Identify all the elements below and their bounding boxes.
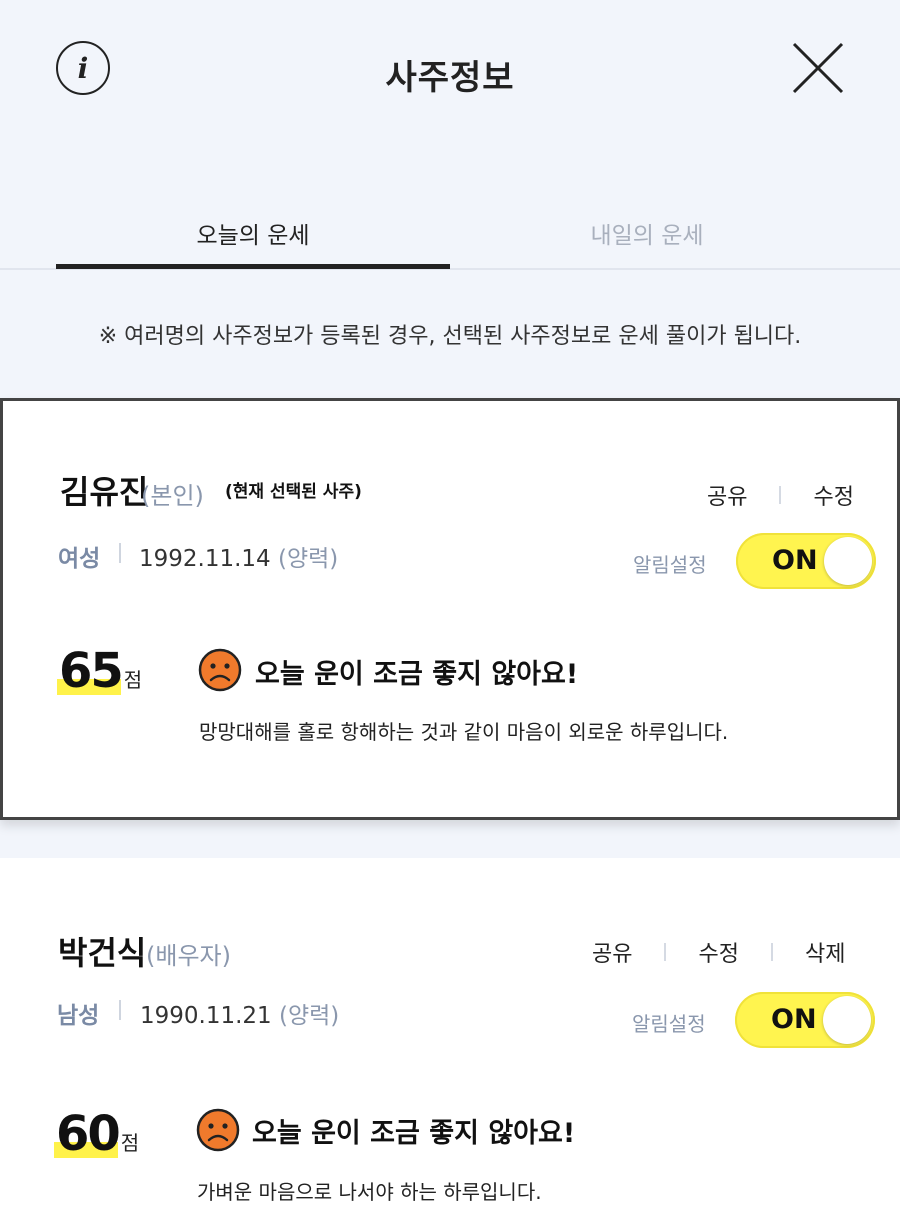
sad-face-icon [198, 648, 242, 692]
profile-card-selected[interactable]: 김유진 (본인) (현재 선택된 사주) 여성 1992.11.14 (양력) … [0, 398, 900, 820]
profile-birth: 1990.11.21 (양력) [140, 996, 339, 1030]
fortune-headline: 오늘 운이 조금 좋지 않아요! [255, 659, 579, 690]
score-number: 60 [56, 1106, 121, 1162]
alarm-toggle[interactable]: ON [736, 533, 876, 589]
calendar-type: (양력) [279, 1003, 340, 1029]
delete-button[interactable]: 삭제 [805, 936, 845, 968]
edit-button[interactable]: 수정 [813, 479, 853, 511]
calendar-type: (양력) [278, 546, 339, 572]
profile-actions: 공유 수정 [707, 479, 854, 511]
toggle-knob [823, 996, 871, 1044]
fortune-score: 60 점 [54, 1106, 140, 1162]
profile-gender: 여성 [58, 546, 101, 572]
fortune-tabs: 오늘의 운세 내일의 운세 [0, 200, 900, 270]
fortune-headline: 오늘 운이 조금 좋지 않아요! [252, 1118, 576, 1149]
share-button[interactable]: 공유 [707, 479, 747, 511]
profile-name: 김유진 [60, 473, 149, 511]
profile-relation: (배우자) [146, 942, 231, 970]
divider [119, 1000, 121, 1020]
fortune-description: 망망대해를 홀로 항해하는 것과 같이 마음이 외로운 하루입니다. [199, 720, 729, 744]
alarm-label: 알림설정 [632, 1012, 706, 1036]
alarm-toggle[interactable]: ON [735, 992, 875, 1048]
score-unit: 점 [120, 1131, 140, 1155]
notice-text: ※ 여러명의 사주정보가 등록된 경우, 선택된 사주정보로 운세 풀이가 됩니… [98, 324, 802, 349]
tab-tomorrow[interactable]: 내일의 운세 [450, 216, 844, 250]
birth-date: 1992.11.14 [139, 546, 271, 572]
close-icon[interactable] [790, 40, 846, 96]
header: i 사주정보 [0, 0, 900, 140]
score-number: 65 [59, 643, 124, 699]
profile-card[interactable]: 박건식 (배우자) 남성 1990.11.21 (양력) 공유 수정 삭제 알림… [0, 858, 900, 1232]
score-unit: 점 [123, 668, 143, 692]
divider [779, 486, 782, 504]
profile-birth: 1992.11.14 (양력) [139, 539, 338, 573]
profile-actions: 공유 수정 삭제 [592, 936, 845, 968]
divider [119, 543, 121, 563]
page-title: 사주정보 [385, 58, 515, 98]
divider [664, 943, 667, 961]
sad-face-icon [196, 1108, 240, 1152]
tab-active-indicator [56, 264, 450, 269]
fortune-score: 65 점 [57, 643, 143, 699]
edit-button[interactable]: 수정 [698, 936, 738, 968]
alarm-label: 알림설정 [633, 553, 707, 577]
profile-relation: (본인) [141, 482, 204, 510]
profile-gender: 남성 [57, 1003, 100, 1029]
share-button[interactable]: 공유 [592, 936, 632, 968]
profile-name: 박건식 [58, 934, 147, 972]
toggle-knob [824, 537, 872, 585]
birth-date: 1990.11.21 [140, 1003, 272, 1029]
divider [770, 943, 773, 961]
toggle-label: ON [771, 1004, 817, 1035]
tab-today[interactable]: 오늘의 운세 [56, 216, 450, 250]
selected-badge: (현재 선택된 사주) [225, 482, 362, 502]
toggle-label: ON [772, 545, 818, 576]
fortune-description: 가벼운 마음으로 나서야 하는 하루입니다. [197, 1180, 542, 1204]
